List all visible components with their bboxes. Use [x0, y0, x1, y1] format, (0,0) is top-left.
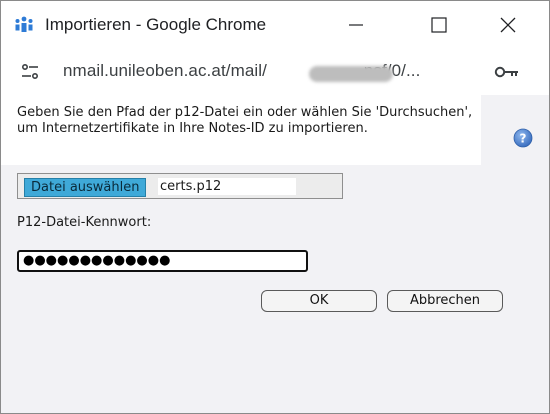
redacted-url-segment	[309, 66, 393, 82]
selected-file-name: certs.p12	[158, 178, 296, 195]
maximize-button[interactable]	[411, 1, 467, 49]
instructions-text: Geben Sie den Pfad der p12-Datei ein ode…	[17, 105, 473, 136]
url-prefix: nmail.unileoben.ac.at/mail/	[63, 61, 267, 80]
choose-file-button[interactable]: Datei auswählen	[24, 178, 147, 197]
help-icon[interactable]: ?	[513, 128, 533, 148]
ok-button[interactable]: OK	[261, 290, 377, 312]
window-title: Importieren - Google Chrome	[45, 15, 267, 34]
file-picker[interactable]: Datei auswählen certs.p12	[17, 173, 343, 199]
minimize-button[interactable]	[328, 1, 384, 49]
cancel-button[interactable]: Abbrechen	[387, 290, 503, 312]
svg-text:?: ?	[520, 132, 527, 146]
url-bar[interactable]: nmail.unileoben.ac.at/mail/.nsf/0/...	[1, 49, 549, 95]
browser-popup-window: Importieren - Google Chrome nmail.unileo…	[0, 0, 550, 414]
key-icon[interactable]	[494, 65, 520, 79]
password-label: P12-Datei-Kennwort:	[17, 215, 152, 230]
site-settings-icon[interactable]	[19, 61, 41, 83]
password-field[interactable]: ●●●●●●●●●●●●●	[17, 250, 308, 272]
close-icon	[500, 17, 516, 33]
title-bar[interactable]: Importieren - Google Chrome	[1, 1, 549, 49]
maximize-icon	[431, 17, 447, 33]
minimize-icon	[349, 24, 363, 26]
dialog-content: Geben Sie den Pfad der p12-Datei ein ode…	[1, 95, 549, 413]
close-button[interactable]	[480, 1, 536, 49]
app-people-icon	[15, 16, 33, 32]
